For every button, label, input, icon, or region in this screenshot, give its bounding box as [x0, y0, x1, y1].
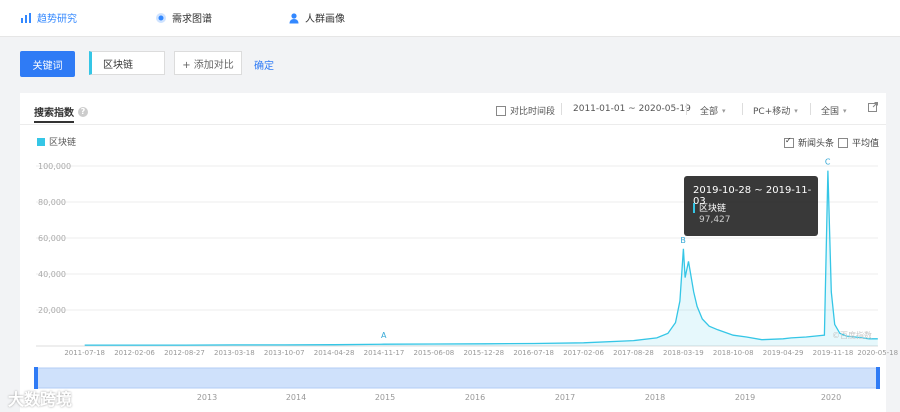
- range-handle-right: [876, 367, 880, 389]
- x-tick-label: 2018-10-08: [713, 349, 754, 357]
- x-tick-label: 2011-07-18: [64, 349, 105, 357]
- x-tick-label: 2017-08-28: [613, 349, 654, 357]
- x-tick-label: 2016-07-18: [513, 349, 554, 357]
- x-tick-label: 2017-02-06: [563, 349, 604, 357]
- tooltip-series: 区块链: [693, 201, 726, 214]
- x-tick-label: 2015-12-28: [463, 349, 504, 357]
- x-tick-label: 2012-02-06: [114, 349, 155, 357]
- x-tick-label: 2012-08-27: [164, 349, 205, 357]
- tooltip-swatch: [693, 202, 695, 213]
- x-tick-label: 2013-10-07: [264, 349, 305, 357]
- x-tick-label: 2018-03-19: [663, 349, 704, 357]
- baidu-index-watermark: ©百度指数: [832, 331, 872, 340]
- annotation-marker: B: [680, 236, 686, 245]
- overview-year-label: 2017: [555, 393, 575, 402]
- y-tick-label: 80,000: [38, 198, 66, 207]
- overview-year-label: 2016: [465, 393, 485, 402]
- y-tick-label: 100,000: [38, 162, 71, 171]
- chart-tooltip: 2019-10-28 ~ 2019-11-03 区块链 97,427: [684, 176, 818, 236]
- overview-year-label: 2018: [645, 393, 665, 402]
- tooltip-series-label: 区块链: [699, 204, 727, 214]
- x-tick-label: 2014-04-28: [314, 349, 355, 357]
- range-selector: [35, 367, 879, 389]
- y-tick-label: 20,000: [38, 306, 66, 315]
- overview-year-label: 2013: [197, 393, 217, 402]
- overview-year-label: 2020: [821, 393, 841, 402]
- x-tick-label: 2020-05-18: [857, 349, 898, 357]
- x-tick-label: 2014-11-17: [364, 349, 405, 357]
- x-tick-label: 2013-03-18: [214, 349, 255, 357]
- overview-year-label: 2014: [286, 393, 306, 402]
- brand-watermark: 大数跨境: [8, 390, 73, 409]
- x-tick-label: 2019-11-18: [813, 349, 854, 357]
- y-tick-label: 40,000: [38, 270, 66, 279]
- y-tick-label: 60,000: [38, 234, 66, 243]
- x-tick-label: 2015-06-08: [414, 349, 455, 357]
- overview-year-label: 2019: [735, 393, 755, 402]
- annotation-marker: A: [381, 331, 387, 340]
- tooltip-value: 97,427: [699, 215, 731, 225]
- overview-year-label: 2015: [375, 393, 395, 402]
- x-tick-label: 2019-04-29: [763, 349, 804, 357]
- annotation-marker: C: [825, 158, 831, 167]
